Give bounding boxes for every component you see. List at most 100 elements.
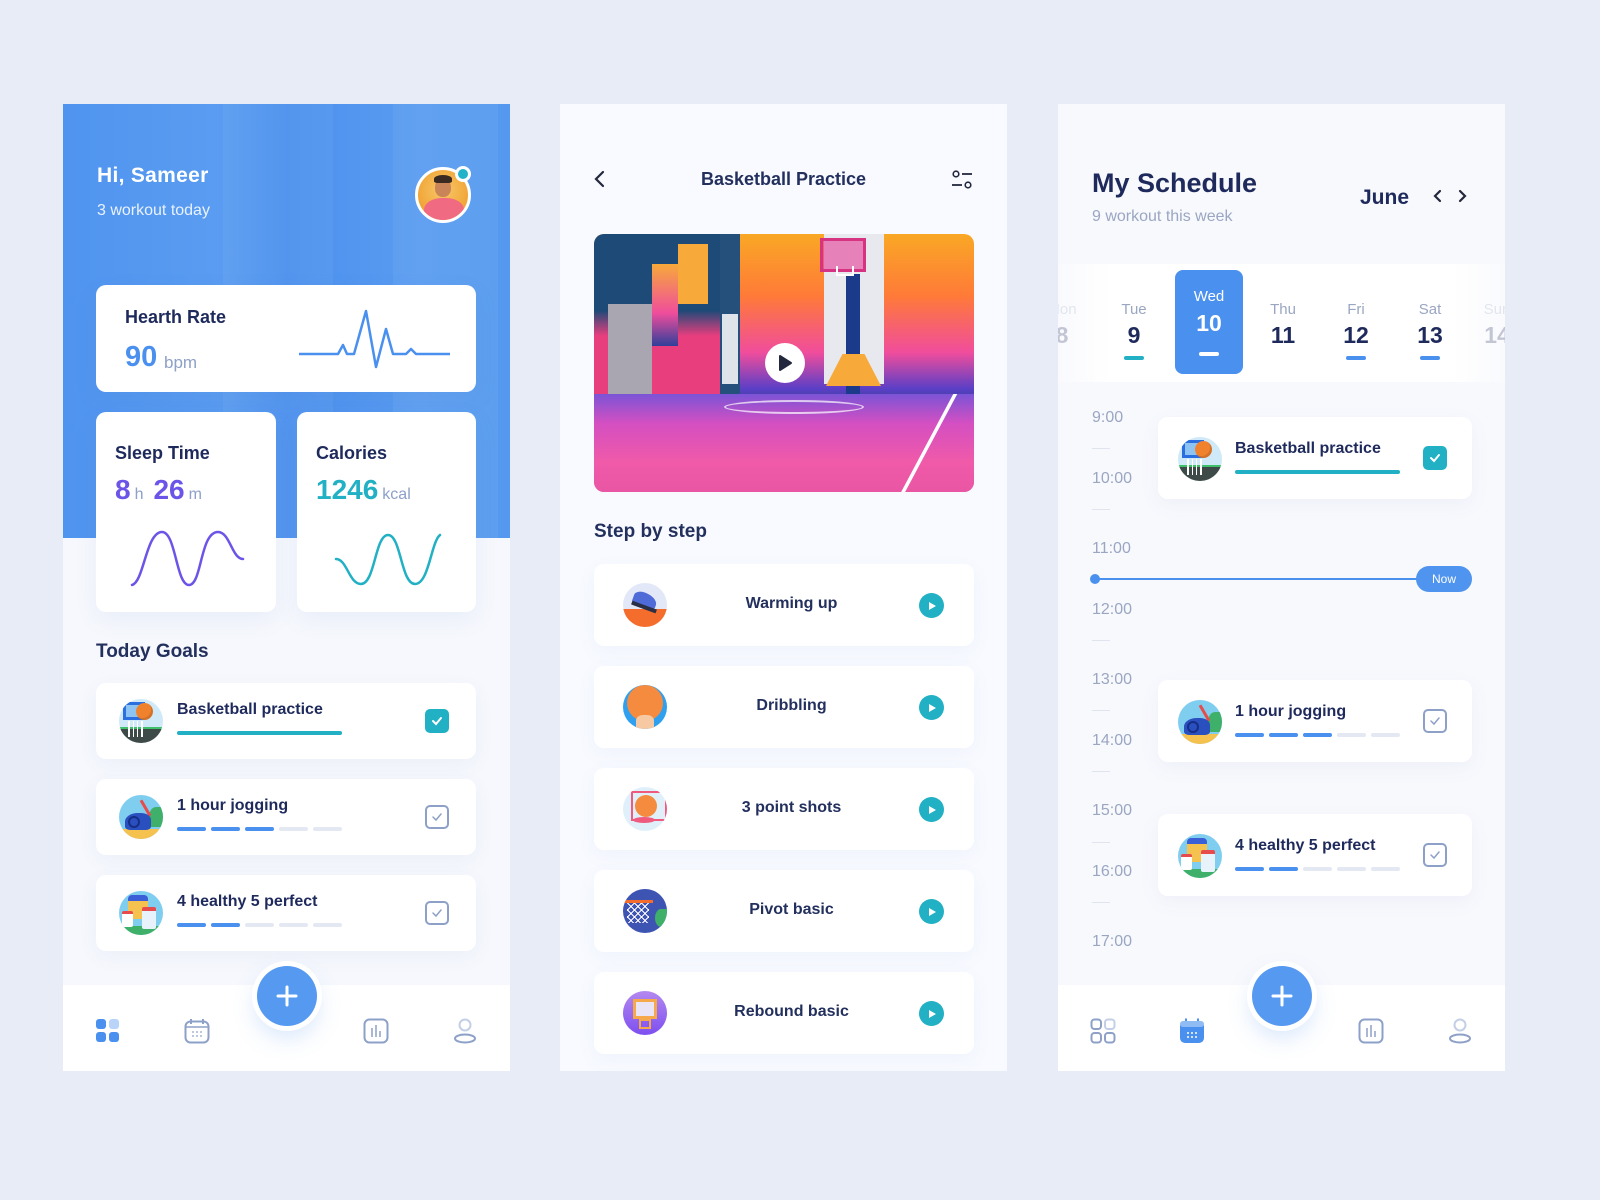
time-tick (1092, 902, 1110, 903)
sleep-time-card[interactable]: Sleep Time 8 h 26 m (96, 412, 276, 612)
heart-rate-card[interactable]: Hearth Rate 90 bpm (96, 285, 476, 392)
day-item-selected[interactable]: Wed 10 (1175, 270, 1243, 374)
time-tick (1092, 448, 1110, 449)
goal-checkbox[interactable] (425, 901, 449, 925)
sleep-wave-icon (130, 530, 245, 587)
day-item[interactable]: Mon 8 (1058, 270, 1096, 374)
dashboard-icon[interactable] (1090, 1018, 1116, 1044)
check-icon (1430, 454, 1440, 463)
event-progress (1235, 733, 1400, 737)
step-item[interactable]: Dribbling (594, 666, 974, 748)
practice-screen: Basketball Practice Step by step Warming… (560, 104, 1007, 1071)
day-item[interactable]: Thu 11 (1249, 270, 1317, 374)
today-goals-title: Today Goals (96, 641, 209, 662)
event-checkbox[interactable] (1423, 843, 1447, 867)
goal-checkbox[interactable] (425, 709, 449, 733)
heart-rate-unit: bpm (164, 353, 198, 372)
event-checkbox[interactable] (1423, 446, 1447, 470)
check-icon (1430, 851, 1440, 860)
sleep-hours: 8 (115, 474, 131, 505)
calories-value-row: 1246 kcal (316, 474, 421, 506)
goal-item[interactable]: 4 healthy 5 perfect (96, 875, 476, 951)
step-play-button[interactable] (919, 695, 944, 720)
play-icon (928, 703, 936, 712)
stats-icon[interactable] (1358, 1018, 1384, 1044)
sleep-time-title: Sleep Time (115, 443, 210, 463)
calories-card[interactable]: Calories 1246 kcal (297, 412, 476, 612)
step-play-button[interactable] (919, 593, 944, 618)
day-number: 10 (1196, 310, 1222, 336)
calories-value: 1246 (316, 474, 379, 505)
plus-icon (276, 985, 298, 1007)
schedule-event[interactable]: Basketball practice (1158, 417, 1472, 499)
next-month-button[interactable] (1454, 186, 1470, 208)
step-play-button[interactable] (919, 899, 944, 924)
goal-checkbox[interactable] (425, 805, 449, 829)
current-time-line (1092, 578, 1432, 580)
schedule-event[interactable]: 1 hour jogging (1158, 680, 1472, 762)
play-icon (928, 1009, 936, 1018)
previous-month-button[interactable] (1430, 186, 1446, 208)
step-item[interactable]: 3 point shots (594, 768, 974, 850)
step-play-button[interactable] (919, 797, 944, 822)
day-name: Sat (1418, 301, 1442, 318)
time-tick (1092, 842, 1110, 843)
chevron-left-icon (1433, 189, 1442, 202)
profile-icon[interactable] (1447, 1018, 1473, 1044)
goal-item[interactable]: Basketball practice (96, 683, 476, 759)
calories-title: Calories (316, 443, 388, 463)
goal-progress (177, 923, 342, 927)
stats-icon[interactable] (363, 1018, 389, 1044)
day-item[interactable]: Tue 9 (1100, 270, 1168, 374)
filter-button[interactable] (950, 168, 974, 192)
step-by-step-title: Step by step (594, 521, 707, 542)
play-icon (928, 601, 936, 610)
step-item[interactable]: Rebound basic (594, 972, 974, 1054)
avatar-shirt (424, 198, 464, 220)
play-video-button[interactable] (765, 343, 805, 383)
home-screen: Hi, Sameer 3 workout today Hearth Rate 9… (63, 104, 510, 1071)
page-title: My Schedule (1092, 168, 1258, 198)
play-icon (928, 805, 936, 814)
greeting: Hi, Sameer (97, 164, 209, 187)
goal-item[interactable]: 1 hour jogging (96, 779, 476, 855)
play-icon (779, 355, 792, 371)
step-item[interactable]: Pivot basic (594, 870, 974, 952)
goal-name: 1 hour jogging (177, 797, 289, 814)
goal-name: 4 healthy 5 perfect (177, 893, 318, 910)
weekly-workout-count: 9 workout this week (1092, 208, 1233, 225)
profile-icon[interactable] (452, 1018, 478, 1044)
practice-video[interactable] (594, 234, 974, 492)
add-workout-button[interactable] (257, 966, 317, 1026)
day-name: Mon (1058, 301, 1077, 318)
time-tick (1092, 640, 1110, 641)
time-tick (1092, 771, 1110, 772)
goal-name: Basketball practice (177, 701, 323, 718)
time-label: 16:00 (1092, 863, 1133, 880)
day-number: 14 (1484, 322, 1505, 348)
calendar-icon[interactable] (184, 1018, 210, 1044)
goal-progress (177, 827, 342, 831)
chevron-right-icon (1458, 189, 1467, 202)
heartbeat-line-icon (299, 309, 450, 369)
time-tick (1092, 509, 1110, 510)
day-item[interactable]: Fri 12 (1322, 270, 1390, 374)
video-scene-panel (722, 314, 738, 384)
exercise-bike-icon (119, 795, 163, 839)
event-checkbox[interactable] (1423, 709, 1447, 733)
time-tick (1092, 710, 1110, 711)
sleep-hours-unit: h (134, 486, 144, 503)
dashboard-icon[interactable] (95, 1018, 121, 1044)
heart-rate-value: 90 (125, 341, 158, 373)
day-number: 13 (1417, 322, 1443, 348)
day-number: 11 (1270, 322, 1296, 348)
schedule-event[interactable]: 4 healthy 5 perfect (1158, 814, 1472, 896)
step-play-button[interactable] (919, 1001, 944, 1026)
day-item[interactable]: Sun 14 (1463, 270, 1505, 374)
calendar-icon[interactable] (1179, 1018, 1205, 1044)
add-workout-button[interactable] (1252, 966, 1312, 1026)
day-item[interactable]: Sat 13 (1396, 270, 1464, 374)
workout-indicator (1420, 356, 1440, 360)
day-number: 9 (1127, 322, 1141, 348)
step-item[interactable]: Warming up (594, 564, 974, 646)
